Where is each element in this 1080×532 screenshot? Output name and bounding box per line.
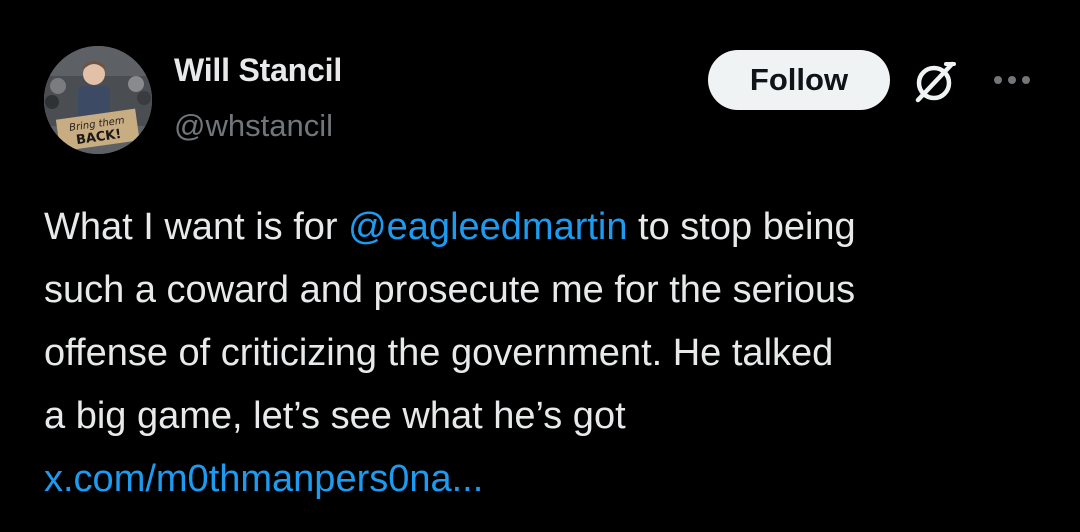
tweet-card: Bring them BACK! Will Stancil @whstancil… (0, 0, 1080, 532)
tweet-line-1: What I want is for @eagleedmartin to sto… (44, 196, 1044, 259)
avatar[interactable]: Bring them BACK! (44, 46, 152, 154)
tweet-text: What I want is for @eagleedmartin to sto… (44, 196, 1044, 511)
tweet-line-2: such a coward and prosecute me for the s… (44, 269, 856, 311)
tweet-line-4: a big game, let’s see what he’s got (44, 395, 626, 437)
tweet-text-segment: to stop being (627, 206, 856, 248)
avatar-image: Bring them BACK! (44, 46, 152, 154)
more-options-icon[interactable] (990, 62, 1034, 98)
author-display-name[interactable]: Will Stancil (174, 52, 342, 89)
tweet-line-3: offense of criticizing the government. H… (44, 332, 834, 374)
tweet-text-segment: What I want is for (44, 206, 349, 248)
author-handle[interactable]: @whstancil (174, 108, 333, 144)
mention-link[interactable]: @eagleedmartin (348, 206, 627, 248)
follow-button[interactable]: Follow (708, 50, 890, 110)
embedded-link[interactable]: x.com/m0thmanpers0na... (44, 448, 1044, 511)
grok-icon[interactable] (910, 56, 960, 106)
